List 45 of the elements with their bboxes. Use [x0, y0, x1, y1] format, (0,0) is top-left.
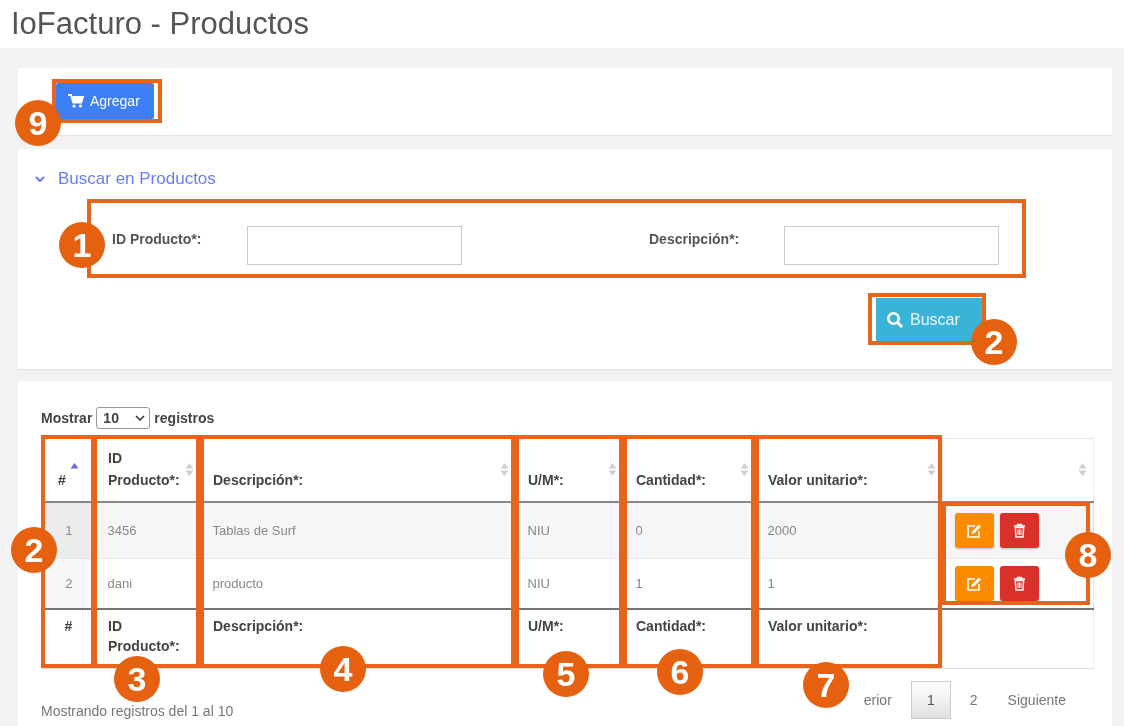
field-label: ID Producto*:	[112, 231, 203, 247]
edit-button[interactable]	[954, 513, 994, 548]
column-footer: U/M*:	[528, 618, 564, 634]
chevron-down-icon[interactable]	[34, 175, 46, 183]
edit-button[interactable]	[954, 566, 994, 601]
trash-icon	[1012, 523, 1026, 538]
step-marker: 2	[11, 527, 57, 573]
cart-icon	[68, 94, 84, 108]
input-field[interactable]	[784, 225, 999, 265]
column-header[interactable]: U/M*:	[528, 469, 564, 491]
length-select[interactable]: 10	[96, 407, 151, 429]
table-info: Mostrando registros del 1 al 10	[41, 703, 234, 719]
column-footer: Cantidad*:	[636, 618, 706, 634]
column-header[interactable]: ID Producto*:	[108, 447, 185, 491]
length-label: Mostrar	[41, 410, 93, 426]
delete-button[interactable]	[999, 566, 1039, 601]
caret-icon	[135, 415, 146, 421]
column-footer: Valor unitario*:	[768, 618, 868, 634]
column-footer: Descripción*:	[213, 618, 304, 634]
column-footer: ID Producto*:	[108, 618, 180, 654]
section-title[interactable]: Buscar en Productos	[58, 169, 216, 189]
delete-button[interactable]	[999, 513, 1039, 548]
page-button[interactable]: Siguiente	[996, 681, 1077, 719]
table-cell: 1	[623, 558, 756, 609]
page-button[interactable]: 2	[958, 681, 989, 719]
page-button[interactable]: erior	[852, 681, 903, 719]
trash-icon	[1012, 576, 1026, 591]
edit-icon	[966, 575, 982, 592]
column-header[interactable]: #	[58, 469, 66, 491]
add-button[interactable]: Agregar	[56, 83, 154, 119]
input-field[interactable]	[247, 225, 462, 265]
search-icon	[886, 311, 904, 329]
column-footer: #	[64, 618, 73, 634]
length-label: registros	[154, 410, 215, 426]
table-cell: dani	[95, 558, 201, 609]
edit-icon	[966, 522, 982, 539]
table-cell: 1	[755, 558, 943, 609]
step-marker: 9	[15, 100, 61, 146]
page-title: IoFacturo - Productos	[11, 6, 310, 42]
table-cell: producto	[200, 558, 516, 609]
column-header[interactable]: Cantidad*:	[636, 469, 706, 491]
column-header[interactable]: Valor unitario*:	[768, 469, 868, 491]
field-label: Descripción*:	[649, 231, 741, 247]
page-button[interactable]: 1	[910, 681, 951, 719]
column-header[interactable]: Descripción*:	[213, 469, 304, 491]
